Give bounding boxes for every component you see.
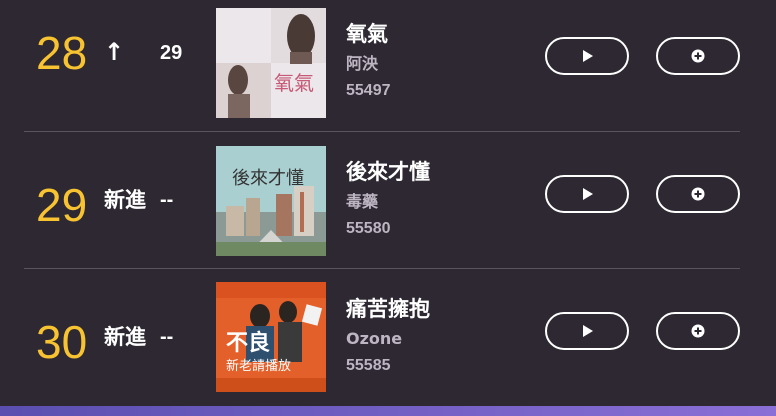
- rank-number: 28: [36, 27, 88, 79]
- play-icon: [583, 325, 593, 337]
- artist-name[interactable]: 毒藥: [346, 194, 378, 210]
- cover-text: 後來才懂: [232, 168, 304, 189]
- album-cover[interactable]: 不良 新老請播放: [216, 282, 326, 392]
- add-to-playlist-button[interactable]: [656, 175, 740, 213]
- song-title[interactable]: 氧氣: [346, 24, 388, 45]
- chart-row: 28 ↑ 29 氧氣 氧氣 阿泱 55497: [24, 0, 740, 124]
- add-circle-icon: [691, 49, 705, 63]
- chart-list: 28 ↑ 29 氧氣 氧氣 阿泱 55497 29 新進 -- 後來才懂 後來才…: [0, 0, 776, 416]
- previous-rank: --: [160, 326, 174, 348]
- album-cover[interactable]: 後來才懂: [216, 146, 326, 256]
- add-to-playlist-button[interactable]: [656, 312, 740, 350]
- rank-number: 30: [36, 316, 88, 368]
- cover-text: 氧氣: [274, 71, 314, 95]
- play-count: 55497: [346, 82, 391, 99]
- cover-text: 不良: [226, 330, 270, 356]
- play-icon: [583, 188, 593, 200]
- song-title[interactable]: 後來才懂: [346, 162, 430, 183]
- play-count: 55585: [346, 357, 391, 374]
- cover-art-image: 不良 新老請播放: [216, 282, 326, 392]
- play-count: 55580: [346, 220, 391, 237]
- cover-subtext: 新老請播放: [226, 358, 291, 374]
- new-entry-badge: 新進: [104, 325, 146, 349]
- cover-art-image: 氧氣: [216, 8, 326, 118]
- chart-row: 29 新進 -- 後來才懂 後來才懂 毒藥 55580: [24, 136, 740, 264]
- rank-number: 29: [36, 179, 88, 231]
- cover-art-image: 後來才懂: [216, 146, 326, 256]
- song-title[interactable]: 痛苦擁抱: [346, 299, 430, 320]
- bottom-bar: [0, 406, 776, 416]
- artist-name[interactable]: 阿泱: [346, 56, 378, 72]
- row-divider: [24, 131, 740, 132]
- artist-name[interactable]: Ozone: [346, 331, 402, 347]
- play-button[interactable]: [545, 37, 629, 75]
- chart-row: 30 新進 -- 不良 新老請播放 痛苦擁抱 Ozone 55585: [24, 273, 740, 401]
- play-button[interactable]: [545, 175, 629, 213]
- add-circle-icon: [691, 187, 705, 201]
- previous-rank: --: [160, 189, 174, 211]
- new-entry-badge: 新進: [104, 188, 146, 212]
- play-icon: [583, 50, 593, 62]
- row-divider: [24, 268, 740, 269]
- previous-rank: 29: [160, 42, 183, 64]
- play-button[interactable]: [545, 312, 629, 350]
- trend-up-icon: ↑: [104, 38, 125, 66]
- add-to-playlist-button[interactable]: [656, 37, 740, 75]
- add-circle-icon: [691, 324, 705, 338]
- album-cover[interactable]: 氧氣: [216, 8, 326, 118]
